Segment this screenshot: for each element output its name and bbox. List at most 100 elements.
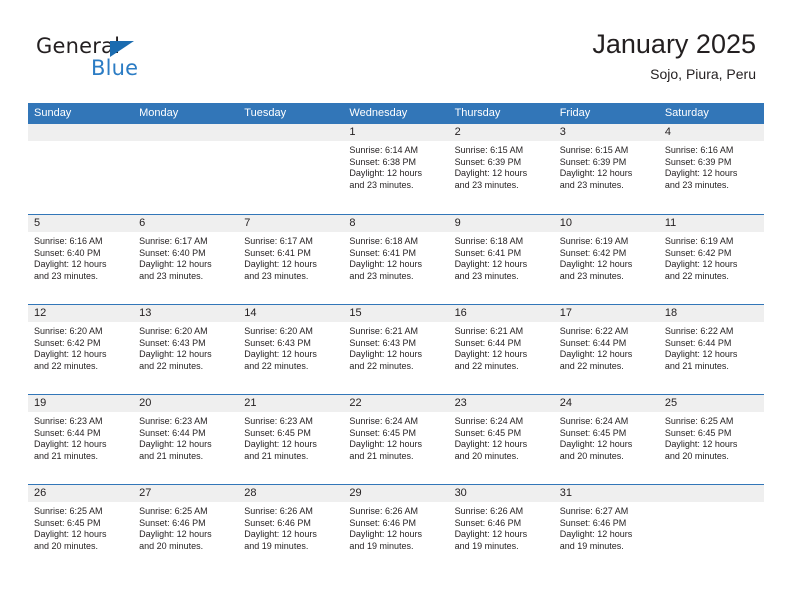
calendar-day-cell[interactable]: 26 Sunrise: 6:25 AM Sunset: 6:45 PM Dayligh… (28, 485, 134, 574)
calendar-day-cell[interactable]: 11 Sunrise: 6:19 AM Sunset: 6:42 PM Dayligh… (658, 215, 764, 304)
day-number: 10 (553, 215, 659, 232)
day-number (28, 124, 134, 141)
calendar-day-cell[interactable]: 31 Sunrise: 6:27 AM Sunset: 6:46 PM Dayligh… (553, 485, 659, 574)
calendar-week-row: 12 Sunrise: 6:20 AM Sunset: 6:42 PM Dayligh… (28, 304, 764, 394)
daylight-text-line1: Daylight: 12 hours (349, 439, 422, 450)
weekday-header-saturday: Saturday (664, 107, 709, 119)
calendar-day-cell[interactable]: 9 Sunrise: 6:18 AM Sunset: 6:41 PM Daylight… (448, 215, 554, 304)
day-details: Sunrise: 6:15 AM Sunset: 6:39 PM Daylight:… (554, 141, 659, 191)
daylight-text-line2: and 23 minutes. (559, 270, 624, 281)
calendar-day-cell[interactable]: 18 Sunrise: 6:22 AM Sunset: 6:44 PM Dayligh… (658, 305, 764, 394)
calendar-day-cell[interactable]: 5 Sunrise: 6:16 AM Sunset: 6:40 PM Daylight… (28, 215, 134, 304)
calendar-day-cell[interactable]: 3 Sunrise: 6:15 AM Sunset: 6:39 PM Daylight… (553, 124, 659, 214)
day-number: 3 (553, 124, 659, 141)
daylight-text-line2: and 19 minutes. (244, 540, 309, 551)
daylight-text-line1: Daylight: 12 hours (244, 439, 317, 450)
day-number: 6 (133, 215, 239, 232)
calendar-day-cell[interactable]: 24 Sunrise: 6:24 AM Sunset: 6:45 PM Dayligh… (553, 395, 659, 484)
daylight-text-line2: and 22 minutes. (454, 360, 519, 371)
sunrise-text: Sunrise: 6:19 AM (664, 236, 734, 246)
calendar-day-cell[interactable]: 7 Sunrise: 6:17 AM Sunset: 6:41 PM Daylight… (238, 215, 344, 304)
day-details: Sunrise: 6:15 AM Sunset: 6:39 PM Daylight:… (449, 141, 554, 191)
sunrise-text: Sunrise: 6:22 AM (559, 326, 629, 336)
daylight-text-line1: Daylight: 12 hours (349, 349, 422, 360)
daylight-text-line1: Daylight: 12 hours (139, 259, 212, 270)
daylight-text-line1: Daylight: 12 hours (559, 168, 633, 179)
sunset-text: Sunset: 6:46 PM (244, 517, 311, 528)
calendar-day-cell[interactable]: 29 Sunrise: 6:26 AM Sunset: 6:46 PM Dayligh… (343, 485, 449, 574)
day-details: Sunrise: 6:20 AM Sunset: 6:43 PM Daylight:… (133, 322, 238, 372)
day-number: 7 (238, 215, 344, 232)
day-details: Sunrise: 6:23 AM Sunset: 6:44 PM Daylight:… (28, 412, 133, 462)
sunrise-text: Sunrise: 6:23 AM (139, 416, 208, 426)
daylight-text-line2: and 21 minutes. (34, 450, 99, 461)
calendar-day-cell[interactable]: 4 Sunrise: 6:16 AM Sunset: 6:39 PM Daylight… (658, 124, 764, 214)
calendar-day-cell[interactable]: 14 Sunrise: 6:20 AM Sunset: 6:43 PM Dayligh… (238, 305, 344, 394)
daylight-text-line2: and 22 minutes. (559, 360, 624, 371)
day-number: 22 (343, 395, 449, 412)
day-details: Sunrise: 6:22 AM Sunset: 6:44 PM Daylight:… (554, 322, 659, 372)
calendar-day-cell[interactable]: 23 Sunrise: 6:24 AM Sunset: 6:45 PM Dayligh… (448, 395, 554, 484)
sunset-text: Sunset: 6:40 PM (139, 247, 206, 258)
calendar-day-cell[interactable]: 13 Sunrise: 6:20 AM Sunset: 6:43 PM Dayligh… (133, 305, 239, 394)
day-number: 2 (448, 124, 554, 141)
daylight-text-line1: Daylight: 12 hours (664, 349, 738, 360)
calendar-day-cell[interactable]: 21 Sunrise: 6:23 AM Sunset: 6:45 PM Dayligh… (238, 395, 344, 484)
calendar-day-cell[interactable]: 12 Sunrise: 6:20 AM Sunset: 6:42 PM Dayligh… (28, 305, 134, 394)
sunset-text: Sunset: 6:46 PM (559, 517, 627, 528)
weekday-header-tuesday: Tuesday (244, 107, 287, 119)
calendar-day-cell[interactable]: 25 Sunrise: 6:25 AM Sunset: 6:45 PM Dayligh… (658, 395, 764, 484)
calendar-week-row: 19 Sunrise: 6:23 AM Sunset: 6:44 PM Dayligh… (28, 394, 764, 484)
day-details: Sunrise: 6:20 AM Sunset: 6:43 PM Daylight:… (238, 322, 343, 372)
sunrise-text: Sunrise: 6:18 AM (349, 236, 418, 246)
calendar-day-cell[interactable]: 17 Sunrise: 6:22 AM Sunset: 6:44 PM Dayligh… (553, 305, 659, 394)
day-number: 14 (238, 305, 344, 322)
day-number: 29 (343, 485, 449, 502)
day-number: 17 (553, 305, 659, 322)
daylight-text-line2: and 22 minutes. (244, 360, 309, 371)
sunset-text: Sunset: 6:44 PM (454, 337, 522, 348)
calendar-day-cell[interactable]: 20 Sunrise: 6:23 AM Sunset: 6:44 PM Dayligh… (133, 395, 239, 484)
day-details: Sunrise: 6:18 AM Sunset: 6:41 PM Daylight:… (449, 232, 554, 282)
weekday-header-row: Sunday Monday Tuesday Wednesday Thursday Frid… (28, 103, 764, 124)
sunrise-text: Sunrise: 6:18 AM (454, 236, 524, 246)
calendar-day-cell[interactable]: 8 Sunrise: 6:18 AM Sunset: 6:41 PM Daylight… (343, 215, 449, 304)
sunset-text: Sunset: 6:40 PM (34, 247, 101, 258)
daylight-text-line1: Daylight: 12 hours (454, 168, 528, 179)
sunset-text: Sunset: 6:45 PM (559, 427, 627, 438)
calendar-day-cell[interactable]: 19 Sunrise: 6:23 AM Sunset: 6:44 PM Dayligh… (28, 395, 134, 484)
calendar-day-cell[interactable]: 15 Sunrise: 6:21 AM Sunset: 6:43 PM Dayligh… (343, 305, 449, 394)
sunrise-text: Sunrise: 6:22 AM (664, 326, 734, 336)
weekday-header-friday: Friday (559, 107, 591, 119)
calendar-day-cell[interactable]: 1 Sunrise: 6:14 AM Sunset: 6:38 PM Daylight… (343, 124, 449, 214)
calendar-day-cell[interactable]: 16 Sunrise: 6:21 AM Sunset: 6:44 PM Dayligh… (448, 305, 554, 394)
daylight-text-line1: Daylight: 12 hours (664, 259, 738, 270)
day-details: Sunrise: 6:24 AM Sunset: 6:45 PM Daylight:… (343, 412, 448, 462)
sunset-text: Sunset: 6:42 PM (34, 337, 101, 348)
calendar-day-cell[interactable]: 6 Sunrise: 6:17 AM Sunset: 6:40 PM Daylight… (133, 215, 239, 304)
weekday-header-sunday: Sunday (34, 107, 72, 119)
calendar-day-cell[interactable]: 27 Sunrise: 6:25 AM Sunset: 6:46 PM Dayligh… (133, 485, 239, 574)
sunrise-text: Sunrise: 6:25 AM (34, 506, 103, 516)
sunset-text: Sunset: 6:43 PM (244, 337, 311, 348)
calendar-day-cell[interactable]: 30 Sunrise: 6:26 AM Sunset: 6:46 PM Dayligh… (448, 485, 554, 574)
daylight-text-line2: and 23 minutes. (454, 179, 519, 190)
daylight-text-line1: Daylight: 12 hours (34, 259, 107, 270)
day-details: Sunrise: 6:18 AM Sunset: 6:41 PM Daylight:… (343, 232, 448, 282)
calendar-week-row: 26 Sunrise: 6:25 AM Sunset: 6:45 PM Dayligh… (28, 484, 764, 574)
calendar-weeks: 1 Sunrise: 6:14 AM Sunset: 6:38 PM Daylight… (28, 124, 764, 574)
calendar-day-cell[interactable]: 2 Sunrise: 6:15 AM Sunset: 6:39 PM Daylight… (448, 124, 554, 214)
daylight-text-line2: and 21 minutes. (244, 450, 309, 461)
title-block: January 2025 Sojo, Piura, Peru (592, 28, 756, 84)
day-details: Sunrise: 6:25 AM Sunset: 6:45 PM Daylight:… (659, 412, 764, 462)
sunset-text: Sunset: 6:46 PM (454, 517, 522, 528)
daylight-text-line1: Daylight: 12 hours (34, 349, 107, 360)
calendar-day-cell[interactable]: 22 Sunrise: 6:24 AM Sunset: 6:45 PM Dayligh… (343, 395, 449, 484)
calendar-day-cell[interactable]: 28 Sunrise: 6:26 AM Sunset: 6:46 PM Dayligh… (238, 485, 344, 574)
calendar-page: General Blue January 2025 Sojo, Piura, P… (0, 0, 792, 612)
sunrise-text: Sunrise: 6:20 AM (139, 326, 208, 336)
calendar-day-cell[interactable]: 10 Sunrise: 6:19 AM Sunset: 6:42 PM Dayligh… (553, 215, 659, 304)
brand-logo[interactable]: General Blue (36, 36, 216, 86)
sunrise-text: Sunrise: 6:25 AM (664, 416, 734, 426)
page-subtitle: Sojo, Piura, Peru (650, 66, 756, 82)
